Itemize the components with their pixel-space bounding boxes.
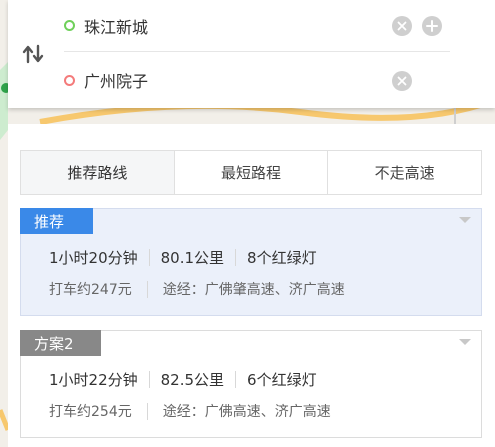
clear-start-button[interactable] bbox=[392, 16, 412, 36]
route-card-recommended[interactable]: 推荐 1小时20分钟 80.1公里 8个红绿灯 打车约247元 途经：广佛肇高速… bbox=[20, 208, 482, 316]
tab-recommended[interactable]: 推荐路线 bbox=[21, 151, 175, 194]
route-input-panel bbox=[8, 0, 495, 108]
start-point-icon bbox=[64, 20, 75, 31]
swap-arrows-icon bbox=[22, 44, 44, 64]
route-badge: 方案2 bbox=[20, 330, 101, 356]
clear-x-icon bbox=[397, 76, 407, 86]
clear-end-button[interactable] bbox=[392, 71, 412, 91]
divider bbox=[148, 371, 150, 388]
route-taxi-fare: 打车约247元 bbox=[49, 282, 132, 298]
divider bbox=[235, 249, 237, 266]
route-distance: 80.1公里 bbox=[160, 249, 225, 267]
divider bbox=[146, 280, 148, 298]
route-via: 途经：广佛高速、济广高速 bbox=[162, 404, 331, 420]
route-summary: 1小时22分钟 82.5公里 6个红绿灯 bbox=[49, 369, 317, 390]
plus-icon bbox=[426, 20, 438, 32]
route-traffic-lights: 8个红绿灯 bbox=[247, 249, 317, 267]
route-via: 途经：广佛肇高速、济广高速 bbox=[162, 282, 345, 298]
divider bbox=[146, 402, 148, 420]
end-point-input[interactable] bbox=[84, 68, 344, 92]
add-waypoint-button[interactable] bbox=[422, 16, 442, 36]
route-card-plan-2[interactable]: 方案2 1小时22分钟 82.5公里 6个红绿灯 打车约254元 途经：广佛高速… bbox=[20, 330, 482, 438]
start-point-input[interactable] bbox=[84, 13, 344, 38]
route-strategy-tabs: 推荐路线 最短路程 不走高速 bbox=[20, 150, 482, 195]
route-traffic-lights: 6个红绿灯 bbox=[247, 371, 317, 389]
divider bbox=[148, 249, 150, 266]
route-time: 1小时20分钟 bbox=[49, 249, 138, 267]
tab-shortest[interactable]: 最短路程 bbox=[174, 151, 329, 194]
route-details: 打车约254元 途经：广佛高速、济广高速 bbox=[49, 401, 331, 421]
route-details: 打车约247元 途经：广佛肇高速、济广高速 bbox=[49, 279, 345, 299]
route-time: 1小时22分钟 bbox=[49, 371, 138, 389]
route-summary: 1小时20分钟 80.1公里 8个红绿灯 bbox=[49, 247, 317, 268]
swap-route-button[interactable] bbox=[20, 42, 46, 66]
chevron-down-icon[interactable] bbox=[459, 339, 471, 345]
clear-x-icon bbox=[397, 21, 407, 31]
route-taxi-fare: 打车约254元 bbox=[49, 404, 132, 420]
tab-no-highway[interactable]: 不走高速 bbox=[328, 151, 482, 194]
end-point-icon bbox=[64, 74, 75, 86]
route-results-panel: 推荐路线 最短路程 不走高速 推荐 1小时20分钟 80.1公里 8个红绿灯 打… bbox=[8, 124, 495, 447]
divider bbox=[235, 371, 237, 388]
route-distance: 82.5公里 bbox=[160, 371, 225, 389]
route-badge: 推荐 bbox=[20, 208, 93, 234]
chevron-down-icon[interactable] bbox=[459, 217, 471, 223]
